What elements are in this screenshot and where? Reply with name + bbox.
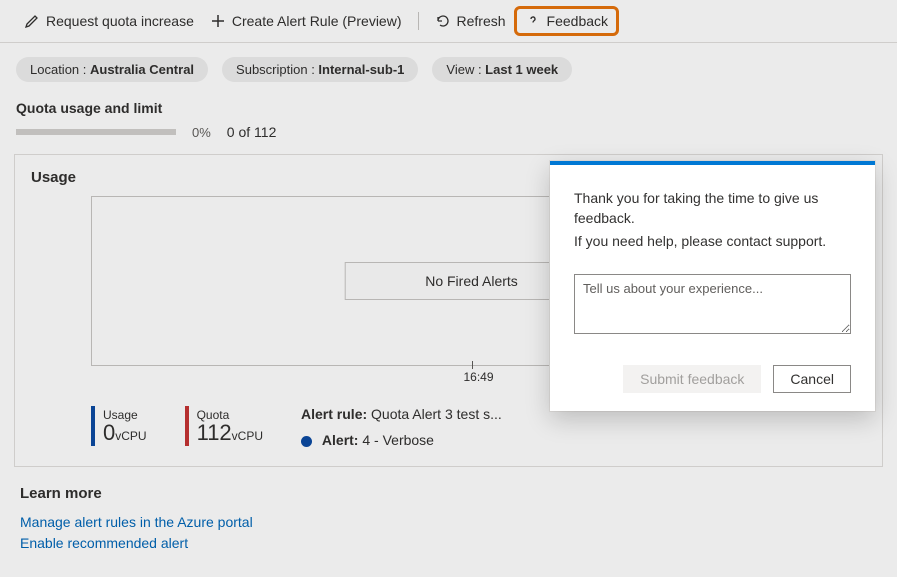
alert-rule-value: Quota Alert 3 test s... <box>367 406 502 422</box>
quota-of-text: 0 of 112 <box>227 124 277 140</box>
subscription-filter[interactable]: Subscription : Internal-sub-1 <box>222 57 418 82</box>
subscription-filter-label: Subscription : <box>236 62 318 77</box>
request-quota-label: Request quota increase <box>46 13 194 29</box>
view-filter[interactable]: View : Last 1 week <box>432 57 572 82</box>
alert-label: Alert: <box>322 432 359 448</box>
dialog-buttons: Submit feedback Cancel <box>574 365 851 393</box>
alert-info: Alert rule: Quota Alert 3 test s... Aler… <box>301 406 502 448</box>
link-manage-alert-rules[interactable]: Manage alert rules in the Azure portal <box>20 512 877 533</box>
plus-icon <box>210 13 226 29</box>
link-enable-recommended-alert[interactable]: Enable recommended alert <box>20 533 877 554</box>
toolbar-separator <box>418 12 419 30</box>
usage-stat: Usage 0vCPU <box>91 406 155 446</box>
chart-tick-label: 16:49 <box>463 370 493 384</box>
learn-more-section: Learn more Manage alert rules in the Azu… <box>0 467 897 554</box>
refresh-icon <box>435 13 451 29</box>
feedback-dialog: Thank you for taking the time to give us… <box>550 161 875 411</box>
question-icon <box>525 13 541 29</box>
quota-stat-unit: vCPU <box>232 429 263 443</box>
feedback-textarea[interactable] <box>574 274 851 334</box>
alert-dot-icon <box>301 436 312 447</box>
pencil-icon <box>24 13 40 29</box>
create-alert-label: Create Alert Rule (Preview) <box>232 13 402 29</box>
alert-value: 4 - Verbose <box>358 432 434 448</box>
quota-progress-bar <box>16 129 176 135</box>
usage-stat-value: 0 <box>103 420 115 445</box>
request-quota-button[interactable]: Request quota increase <box>16 9 202 33</box>
location-filter-label: Location : <box>30 62 90 77</box>
view-filter-value: Last 1 week <box>485 62 558 77</box>
usage-stat-unit: vCPU <box>115 429 146 443</box>
quota-percent: 0% <box>192 125 211 140</box>
toolbar: Request quota increase Create Alert Rule… <box>0 0 897 43</box>
feedback-highlight: Feedback <box>514 6 619 36</box>
alert-rule-label: Alert rule: <box>301 406 367 422</box>
legend-row: Usage 0vCPU Quota 112vCPU Alert rule: Qu… <box>91 406 856 448</box>
subscription-filter-value: Internal-sub-1 <box>318 62 404 77</box>
learn-more-title: Learn more <box>20 485 877 502</box>
refresh-label: Refresh <box>457 13 506 29</box>
cancel-button[interactable]: Cancel <box>773 365 851 393</box>
create-alert-button[interactable]: Create Alert Rule (Preview) <box>202 9 410 33</box>
feedback-dialog-line2: If you need help, please contact support… <box>574 232 851 252</box>
quota-stat-value: 112 <box>197 420 232 445</box>
location-filter-value: Australia Central <box>90 62 194 77</box>
feedback-label: Feedback <box>547 13 608 29</box>
feedback-dialog-line1: Thank you for taking the time to give us… <box>574 189 851 228</box>
location-filter[interactable]: Location : Australia Central <box>16 57 208 82</box>
refresh-button[interactable]: Refresh <box>427 9 514 33</box>
feedback-button[interactable]: Feedback <box>517 9 616 33</box>
quota-row: 0% 0 of 112 <box>0 120 897 150</box>
quota-stat: Quota 112vCPU <box>185 406 271 446</box>
quota-section-title: Quota usage and limit <box>0 92 897 120</box>
view-filter-label: View : <box>446 62 485 77</box>
filter-row: Location : Australia Central Subscriptio… <box>0 43 897 92</box>
submit-feedback-button[interactable]: Submit feedback <box>623 365 761 393</box>
